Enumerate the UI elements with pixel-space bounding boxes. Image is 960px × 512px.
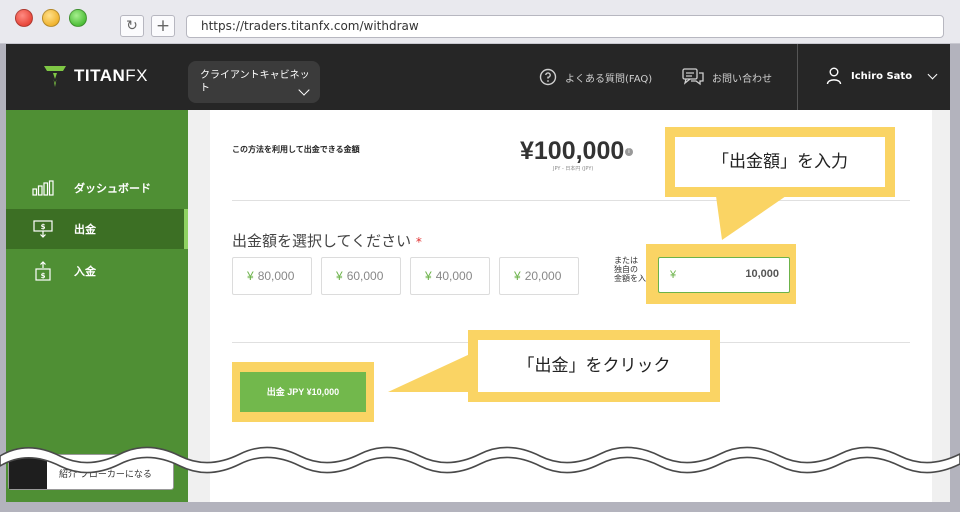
click-callout: 「出金」をクリック (468, 330, 720, 402)
torn-edge-decoration (0, 446, 960, 474)
click-callout-text: 「出金」をクリック (478, 340, 710, 392)
amount-callout-text: 「出金額」を入力 (675, 137, 885, 187)
click-callout-pointer (388, 354, 470, 392)
amount-callout-pointer (716, 196, 786, 240)
amount-callout: 「出金額」を入力 (665, 127, 895, 197)
